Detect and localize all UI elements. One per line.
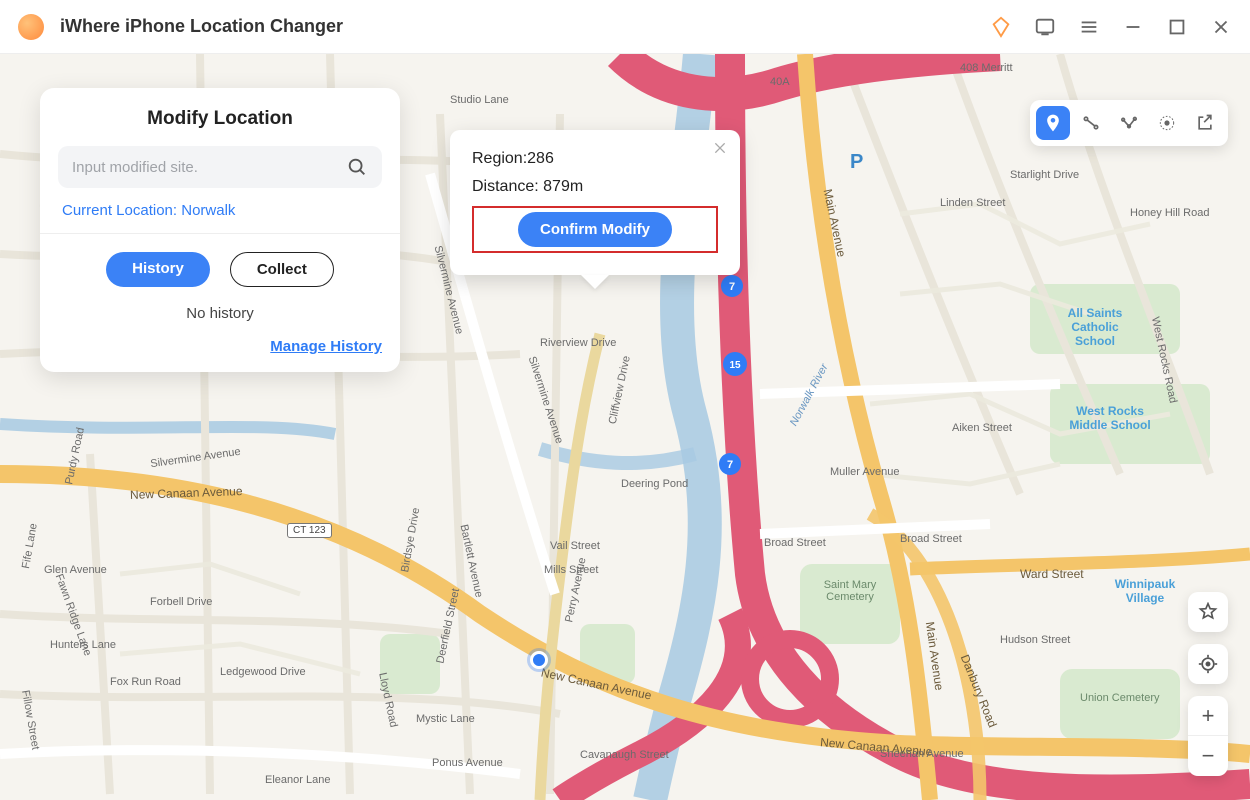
window-close-icon[interactable]	[1210, 16, 1232, 38]
street-sheehan: Sheehan Avenue	[880, 748, 964, 760]
tab-collect[interactable]: Collect	[230, 252, 334, 287]
street-mills: Mills Street	[544, 564, 598, 576]
current-position-dot	[530, 651, 548, 669]
svg-text:7: 7	[729, 281, 735, 293]
popup-distance-row: Distance: 879m	[472, 178, 718, 196]
location-popup: Region:286 Distance: 879m Confirm Modify	[450, 130, 740, 275]
manage-history-link[interactable]: Manage History	[270, 338, 382, 355]
feedback-icon[interactable]	[1034, 16, 1056, 38]
panel-divider	[40, 233, 400, 234]
street-studio: Studio Lane	[450, 94, 509, 106]
window-maximize-icon[interactable]	[1166, 16, 1188, 38]
favorite-button[interactable]	[1188, 592, 1228, 632]
current-location-label: Current Location:	[62, 202, 181, 219]
poi-west-rocks-ms: West Rocks Middle School	[1060, 404, 1160, 432]
zoom-in-button[interactable]: +	[1188, 696, 1228, 736]
tab-history[interactable]: History	[106, 252, 210, 287]
current-location-value: Norwalk	[181, 202, 235, 219]
poi-all-saints: All Saints Catholic School	[1050, 306, 1140, 348]
street-cavanaugh: Cavanaugh Street	[580, 749, 669, 761]
street-eleanor: Eleanor Lane	[265, 774, 330, 786]
street-hunters: Hunters Lane	[50, 639, 116, 651]
street-vail: Vail Street	[550, 540, 600, 552]
modify-location-panel: Modify Location Current Location: Norwal…	[40, 88, 400, 372]
street-riverview: Riverview Drive	[540, 337, 616, 349]
street-aiken: Aiken Street	[952, 422, 1012, 434]
street-mystic: Mystic Lane	[416, 713, 475, 725]
app-title: iWhere iPhone Location Changer	[60, 16, 343, 37]
street-honeyhill: Honey Hill Road	[1130, 207, 1209, 219]
premium-icon[interactable]	[990, 16, 1012, 38]
titlebar: iWhere iPhone Location Changer	[0, 0, 1250, 54]
street-ponus: Ponus Avenue	[432, 757, 503, 769]
street-muller: Muller Avenue	[830, 466, 900, 478]
recenter-button[interactable]	[1188, 644, 1228, 684]
street-merritt: 408 Merritt	[960, 62, 1013, 74]
popup-distance-value: 879m	[543, 178, 583, 195]
panel-title: Modify Location	[58, 108, 382, 130]
street-starlight: Starlight Drive	[1010, 169, 1079, 181]
popup-region-label: Region:	[472, 150, 527, 167]
popup-tail	[581, 275, 609, 289]
label-deering: Deering Pond	[621, 478, 688, 490]
window-minimize-icon[interactable]	[1122, 16, 1144, 38]
svg-text:7: 7	[727, 459, 733, 471]
titlebar-right	[990, 16, 1232, 38]
svg-text:15: 15	[729, 360, 741, 371]
street-linden: Linden Street	[940, 197, 1005, 209]
street-foxrun: Fox Run Road	[110, 676, 181, 688]
map-controls: + −	[1188, 592, 1228, 776]
search-input[interactable]	[72, 159, 346, 176]
menu-icon[interactable]	[1078, 16, 1100, 38]
popup-close-icon[interactable]	[712, 140, 728, 156]
app-logo	[18, 14, 44, 40]
street-forbell: Forbell Drive	[150, 596, 212, 608]
search-box[interactable]	[58, 146, 382, 188]
street-glen: Glen Avenue	[44, 564, 107, 576]
mode-joystick-icon[interactable]	[1150, 106, 1184, 140]
route-shield-ct123: CT 123	[287, 523, 332, 538]
street-hudson: Hudson Street	[1000, 634, 1070, 646]
poi-saint-mary: Saint Mary Cemetery	[810, 579, 890, 603]
poi-winnipauk: Winnipauk Village	[1100, 577, 1190, 605]
mode-export-icon[interactable]	[1188, 106, 1222, 140]
current-location-row[interactable]: Current Location: Norwalk	[58, 202, 382, 219]
mode-teleport-icon[interactable]	[1036, 106, 1070, 140]
street-broad-2: Broad Street	[900, 533, 962, 545]
zoom-out-button[interactable]: −	[1188, 736, 1228, 776]
history-empty: No history	[58, 305, 382, 322]
confirm-highlight-frame: Confirm Modify	[472, 206, 718, 253]
poi-union-cem: Union Cemetery	[1080, 692, 1159, 704]
parking-icon: P	[850, 151, 863, 174]
street-broad-1: Broad Street	[764, 537, 826, 549]
mode-multi-spot-icon[interactable]	[1112, 106, 1146, 140]
zoom-control: + −	[1188, 696, 1228, 776]
popup-region-value: 286	[527, 150, 554, 167]
popup-region-row: Region:286	[472, 150, 718, 168]
popup-distance-label: Distance:	[472, 178, 543, 195]
street-ward: Ward Street	[1020, 567, 1084, 581]
street-ledgewood: Ledgewood Drive	[220, 666, 306, 678]
mode-toolbar	[1030, 100, 1228, 146]
mode-two-spot-icon[interactable]	[1074, 106, 1108, 140]
panel-tabs: History Collect	[58, 252, 382, 287]
search-icon[interactable]	[346, 156, 368, 178]
confirm-modify-button[interactable]: Confirm Modify	[518, 212, 672, 247]
street-40a: 40A	[770, 76, 790, 88]
